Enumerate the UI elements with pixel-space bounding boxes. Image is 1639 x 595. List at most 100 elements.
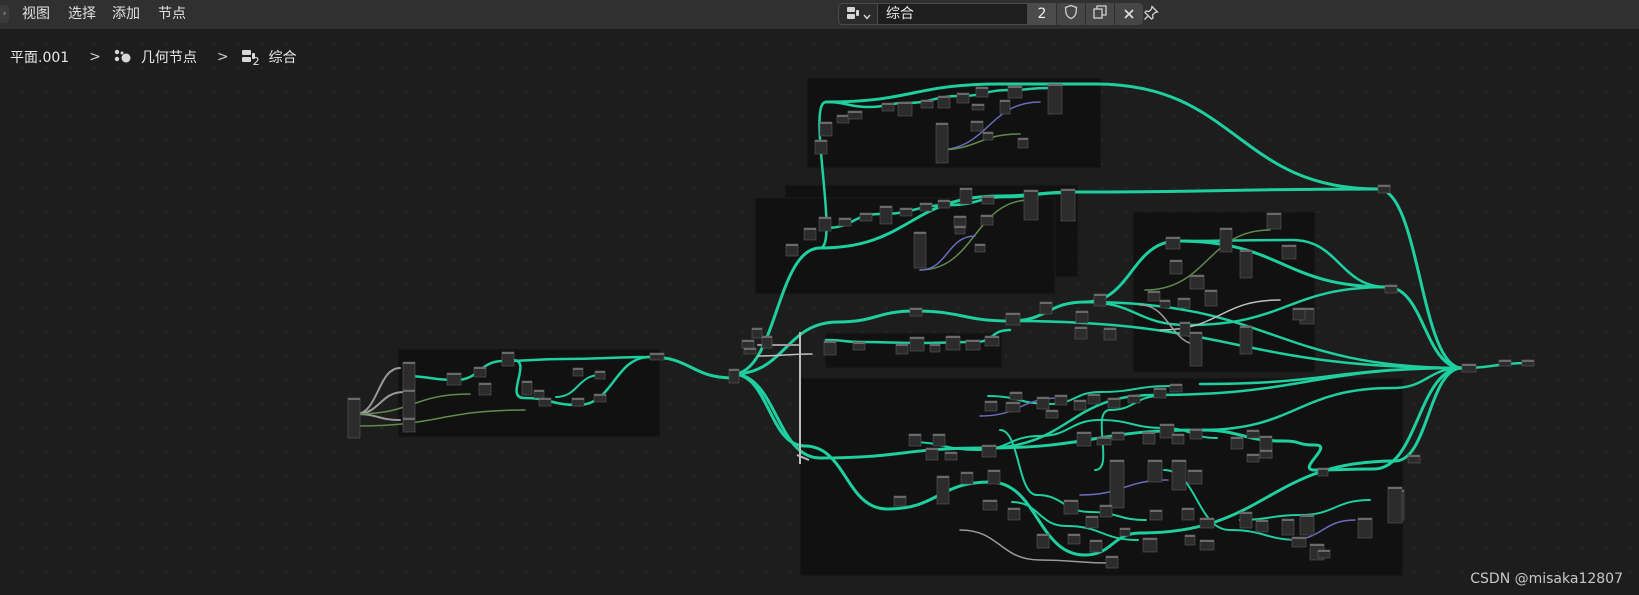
graph-node-header [1006, 402, 1020, 404]
graph-node[interactable] [814, 139, 828, 155]
graph-node[interactable] [1239, 249, 1253, 279]
graph-node[interactable] [879, 205, 893, 225]
graph-node-header [1247, 430, 1259, 432]
graph-node-header [1008, 508, 1020, 510]
graph-node-header [1075, 327, 1087, 329]
graph-node[interactable] [818, 216, 832, 232]
graph-node-header [534, 390, 544, 392]
graph-node[interactable] [936, 475, 950, 505]
graph-node[interactable] [1281, 244, 1297, 260]
graph-node-header [1220, 228, 1232, 230]
graph-node[interactable] [347, 397, 361, 439]
graph-node[interactable] [819, 121, 833, 137]
graph-node-header [1100, 505, 1112, 507]
graph-node[interactable] [1357, 517, 1373, 539]
graph-node[interactable] [1023, 189, 1039, 221]
graph-node-header [1143, 538, 1157, 540]
graph-node-header [960, 188, 972, 190]
graph-node-header [1205, 290, 1217, 292]
graph-node-header [1378, 185, 1390, 187]
graph-node-header [839, 218, 851, 220]
graph-node-header [1148, 291, 1160, 293]
graph-node-header [804, 228, 816, 230]
graph-node-header [1282, 245, 1296, 247]
graph-node-header [937, 476, 949, 478]
graph-node-header [742, 340, 754, 342]
graph-node-header [926, 448, 938, 450]
node-graph-canvas[interactable] [0, 0, 1639, 595]
graph-node[interactable] [1387, 486, 1403, 524]
graph-node-header [1358, 518, 1372, 520]
graph-node[interactable] [935, 122, 949, 164]
graph-node[interactable] [1060, 188, 1076, 222]
graph-node-header [1037, 397, 1049, 399]
graph-node[interactable] [1076, 431, 1092, 447]
graph-node-header [1318, 468, 1328, 470]
graph-node[interactable] [1179, 321, 1191, 337]
graph-node-header [1185, 535, 1195, 537]
graph-node-header [1112, 432, 1124, 434]
graph-node[interactable] [1047, 83, 1063, 115]
graph-node[interactable] [1239, 511, 1253, 529]
graph-node[interactable] [1189, 274, 1205, 290]
graph-node[interactable] [945, 335, 961, 351]
graph-node-header [1006, 313, 1020, 315]
graph-node-header [403, 418, 415, 420]
graph-node-header [1240, 326, 1252, 328]
graph-node[interactable] [1219, 227, 1233, 253]
graph-node[interactable] [1281, 518, 1295, 536]
graph-node[interactable] [501, 351, 515, 367]
graph-node[interactable] [959, 187, 973, 205]
graph-node-header [824, 341, 836, 343]
graph-node[interactable] [1299, 514, 1315, 536]
graph-node[interactable] [1204, 289, 1218, 307]
graph-node-header [1108, 398, 1120, 400]
graph-node[interactable] [402, 389, 416, 419]
graph-node-header [1200, 518, 1214, 520]
graph-node-header [896, 344, 908, 346]
graph-node[interactable] [1266, 212, 1282, 230]
graph-node[interactable] [1063, 499, 1079, 515]
graph-node[interactable] [1036, 533, 1050, 549]
graph-node-header [946, 336, 960, 338]
graph-node-header [1190, 429, 1202, 431]
graph-node-header [898, 102, 912, 104]
graph-node[interactable] [909, 336, 925, 352]
graph-node[interactable] [402, 361, 416, 391]
graph-node-header [1190, 275, 1204, 277]
graph-node[interactable] [1109, 459, 1125, 509]
graph-node-header [945, 452, 957, 454]
graph-node[interactable] [1189, 331, 1203, 367]
graph-node[interactable] [1142, 537, 1158, 553]
graph-node[interactable] [402, 417, 416, 433]
graph-node-header [1293, 308, 1305, 310]
graph-node-header [752, 328, 762, 330]
graph-node[interactable] [1169, 259, 1183, 275]
graph-node-header [1040, 302, 1052, 304]
graph-node[interactable] [897, 101, 913, 117]
graph-node[interactable] [999, 99, 1011, 115]
graph-node-header [1166, 237, 1180, 239]
graph-node[interactable] [987, 469, 1001, 485]
graph-node-header [1106, 556, 1118, 558]
graph-node[interactable] [521, 380, 533, 396]
graph-node[interactable] [823, 340, 837, 356]
graph-node[interactable] [1187, 469, 1203, 485]
graph-node[interactable] [1147, 459, 1163, 483]
graph-node[interactable] [1171, 459, 1187, 491]
graph-node-header [1104, 328, 1116, 330]
graph-node-header [1077, 432, 1091, 434]
graph-node[interactable] [1239, 325, 1253, 355]
graph-node-header [522, 381, 532, 383]
graph-node-header [1148, 460, 1162, 462]
graph-node-header [594, 394, 606, 396]
graph-node[interactable] [913, 231, 927, 269]
graph-node-header [1143, 432, 1155, 434]
graph-node-header [1240, 512, 1252, 514]
graph-node[interactable] [728, 368, 740, 384]
graph-node-header [1128, 395, 1140, 397]
graph-node-header [572, 398, 584, 400]
graph-node-header [961, 472, 973, 474]
graph-node-header [1170, 260, 1182, 262]
graph-node-header [880, 206, 892, 208]
